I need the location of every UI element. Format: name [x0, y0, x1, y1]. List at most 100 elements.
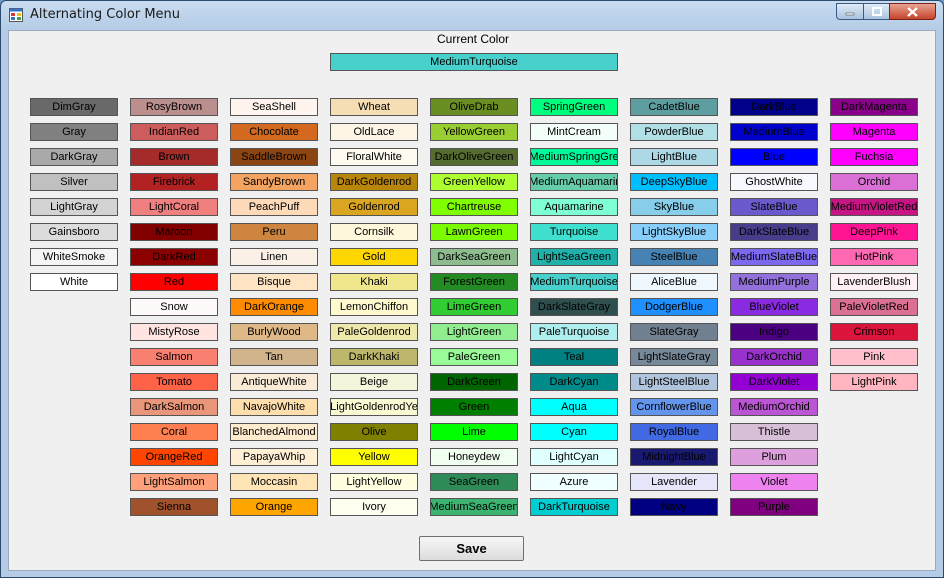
color-swatch[interactable]: RoyalBlue	[630, 423, 718, 441]
color-swatch[interactable]: LightBlue	[630, 148, 718, 166]
color-swatch[interactable]: DeepSkyBlue	[630, 173, 718, 191]
color-swatch[interactable]: LightSkyBlue	[630, 223, 718, 241]
color-swatch[interactable]: MediumVioletRed	[830, 198, 918, 216]
color-swatch[interactable]: RosyBrown	[130, 98, 218, 116]
color-swatch[interactable]: Tan	[230, 348, 318, 366]
color-swatch[interactable]: BurlyWood	[230, 323, 318, 341]
color-swatch[interactable]: Yellow	[330, 448, 418, 466]
color-swatch[interactable]: Red	[130, 273, 218, 291]
color-swatch[interactable]: LightCyan	[530, 448, 618, 466]
color-swatch[interactable]: YellowGreen	[430, 123, 518, 141]
color-swatch[interactable]: DeepPink	[830, 223, 918, 241]
color-swatch[interactable]: Teal	[530, 348, 618, 366]
color-swatch[interactable]: DarkOliveGreen	[430, 148, 518, 166]
color-swatch[interactable]: Gold	[330, 248, 418, 266]
color-swatch[interactable]: DarkSeaGreen	[430, 248, 518, 266]
color-swatch[interactable]: MediumSlateBlue	[730, 248, 818, 266]
color-swatch[interactable]: SlateGray	[630, 323, 718, 341]
color-swatch[interactable]: PaleGreen	[430, 348, 518, 366]
color-swatch[interactable]: PowderBlue	[630, 123, 718, 141]
color-swatch[interactable]: Ivory	[330, 498, 418, 516]
color-swatch[interactable]: LightSlateGray	[630, 348, 718, 366]
color-swatch[interactable]: Beige	[330, 373, 418, 391]
color-swatch[interactable]: MediumSeaGreen	[430, 498, 518, 516]
color-swatch[interactable]: Purple	[730, 498, 818, 516]
color-swatch[interactable]: PaleGoldenrod	[330, 323, 418, 341]
maximize-button[interactable]	[863, 3, 890, 20]
color-swatch[interactable]: MistyRose	[130, 323, 218, 341]
color-swatch[interactable]: Crimson	[830, 323, 918, 341]
color-swatch[interactable]: GreenYellow	[430, 173, 518, 191]
color-swatch[interactable]: SeaGreen	[430, 473, 518, 491]
color-swatch[interactable]: Pink	[830, 348, 918, 366]
save-button[interactable]: Save	[419, 536, 524, 561]
color-swatch[interactable]: OrangeRed	[130, 448, 218, 466]
color-swatch[interactable]: DimGray	[30, 98, 118, 116]
color-swatch[interactable]: FloralWhite	[330, 148, 418, 166]
minimize-button[interactable]	[836, 3, 864, 20]
color-swatch[interactable]: Maroon	[130, 223, 218, 241]
color-swatch[interactable]: Turquoise	[530, 223, 618, 241]
color-swatch[interactable]: DarkCyan	[530, 373, 618, 391]
color-swatch[interactable]: SlateBlue	[730, 198, 818, 216]
color-swatch[interactable]: DarkSalmon	[130, 398, 218, 416]
color-swatch[interactable]: DarkBlue	[730, 98, 818, 116]
color-swatch[interactable]: OliveDrab	[430, 98, 518, 116]
color-swatch[interactable]: Firebrick	[130, 173, 218, 191]
color-swatch[interactable]: Navy	[630, 498, 718, 516]
color-swatch[interactable]: ForestGreen	[430, 273, 518, 291]
color-swatch[interactable]: Gainsboro	[30, 223, 118, 241]
color-swatch[interactable]: Khaki	[330, 273, 418, 291]
color-swatch[interactable]: Orange	[230, 498, 318, 516]
color-swatch[interactable]: CornflowerBlue	[630, 398, 718, 416]
color-swatch[interactable]: SandyBrown	[230, 173, 318, 191]
color-swatch[interactable]: PaleTurquoise	[530, 323, 618, 341]
color-swatch[interactable]: SteelBlue	[630, 248, 718, 266]
color-swatch[interactable]: Blue	[730, 148, 818, 166]
color-swatch[interactable]: AntiqueWhite	[230, 373, 318, 391]
color-swatch[interactable]: MediumBlue	[730, 123, 818, 141]
color-swatch[interactable]: Salmon	[130, 348, 218, 366]
color-swatch[interactable]: SaddleBrown	[230, 148, 318, 166]
color-swatch[interactable]: AliceBlue	[630, 273, 718, 291]
color-swatch[interactable]: Orchid	[830, 173, 918, 191]
color-swatch[interactable]: PapayaWhip	[230, 448, 318, 466]
color-swatch[interactable]: Coral	[130, 423, 218, 441]
color-swatch[interactable]: DarkGreen	[430, 373, 518, 391]
color-swatch[interactable]: Tomato	[130, 373, 218, 391]
color-swatch[interactable]: SpringGreen	[530, 98, 618, 116]
color-swatch[interactable]: MidnightBlue	[630, 448, 718, 466]
color-swatch[interactable]: Bisque	[230, 273, 318, 291]
color-swatch[interactable]: Green	[430, 398, 518, 416]
color-swatch[interactable]: DarkGoldenrod	[330, 173, 418, 191]
color-swatch[interactable]: LavenderBlush	[830, 273, 918, 291]
color-swatch[interactable]: Chartreuse	[430, 198, 518, 216]
color-swatch[interactable]: Indigo	[730, 323, 818, 341]
color-swatch[interactable]: DodgerBlue	[630, 298, 718, 316]
color-swatch[interactable]: Aqua	[530, 398, 618, 416]
color-swatch[interactable]: SeaShell	[230, 98, 318, 116]
close-button[interactable]	[889, 3, 936, 20]
color-swatch[interactable]: Azure	[530, 473, 618, 491]
color-swatch[interactable]: BlanchedAlmond	[230, 423, 318, 441]
color-swatch[interactable]: PeachPuff	[230, 198, 318, 216]
color-swatch[interactable]: Fuchsia	[830, 148, 918, 166]
color-swatch[interactable]: LightYellow	[330, 473, 418, 491]
color-swatch[interactable]: Lavender	[630, 473, 718, 491]
color-swatch[interactable]: DarkSlateGray	[530, 298, 618, 316]
color-swatch[interactable]: Goldenrod	[330, 198, 418, 216]
color-swatch[interactable]: LightGreen	[430, 323, 518, 341]
color-swatch[interactable]: DarkMagenta	[830, 98, 918, 116]
color-swatch[interactable]: SkyBlue	[630, 198, 718, 216]
color-swatch[interactable]: PaleVioletRed	[830, 298, 918, 316]
color-swatch[interactable]: Violet	[730, 473, 818, 491]
color-swatch[interactable]: Cyan	[530, 423, 618, 441]
color-swatch[interactable]: LightCoral	[130, 198, 218, 216]
color-swatch[interactable]: Sienna	[130, 498, 218, 516]
color-swatch[interactable]: LemonChiffon	[330, 298, 418, 316]
color-swatch[interactable]: LightGray	[30, 198, 118, 216]
color-swatch[interactable]: LightGoldenrodYe	[330, 398, 418, 416]
color-swatch[interactable]: Lime	[430, 423, 518, 441]
color-swatch[interactable]: NavajoWhite	[230, 398, 318, 416]
color-swatch[interactable]: LightPink	[830, 373, 918, 391]
